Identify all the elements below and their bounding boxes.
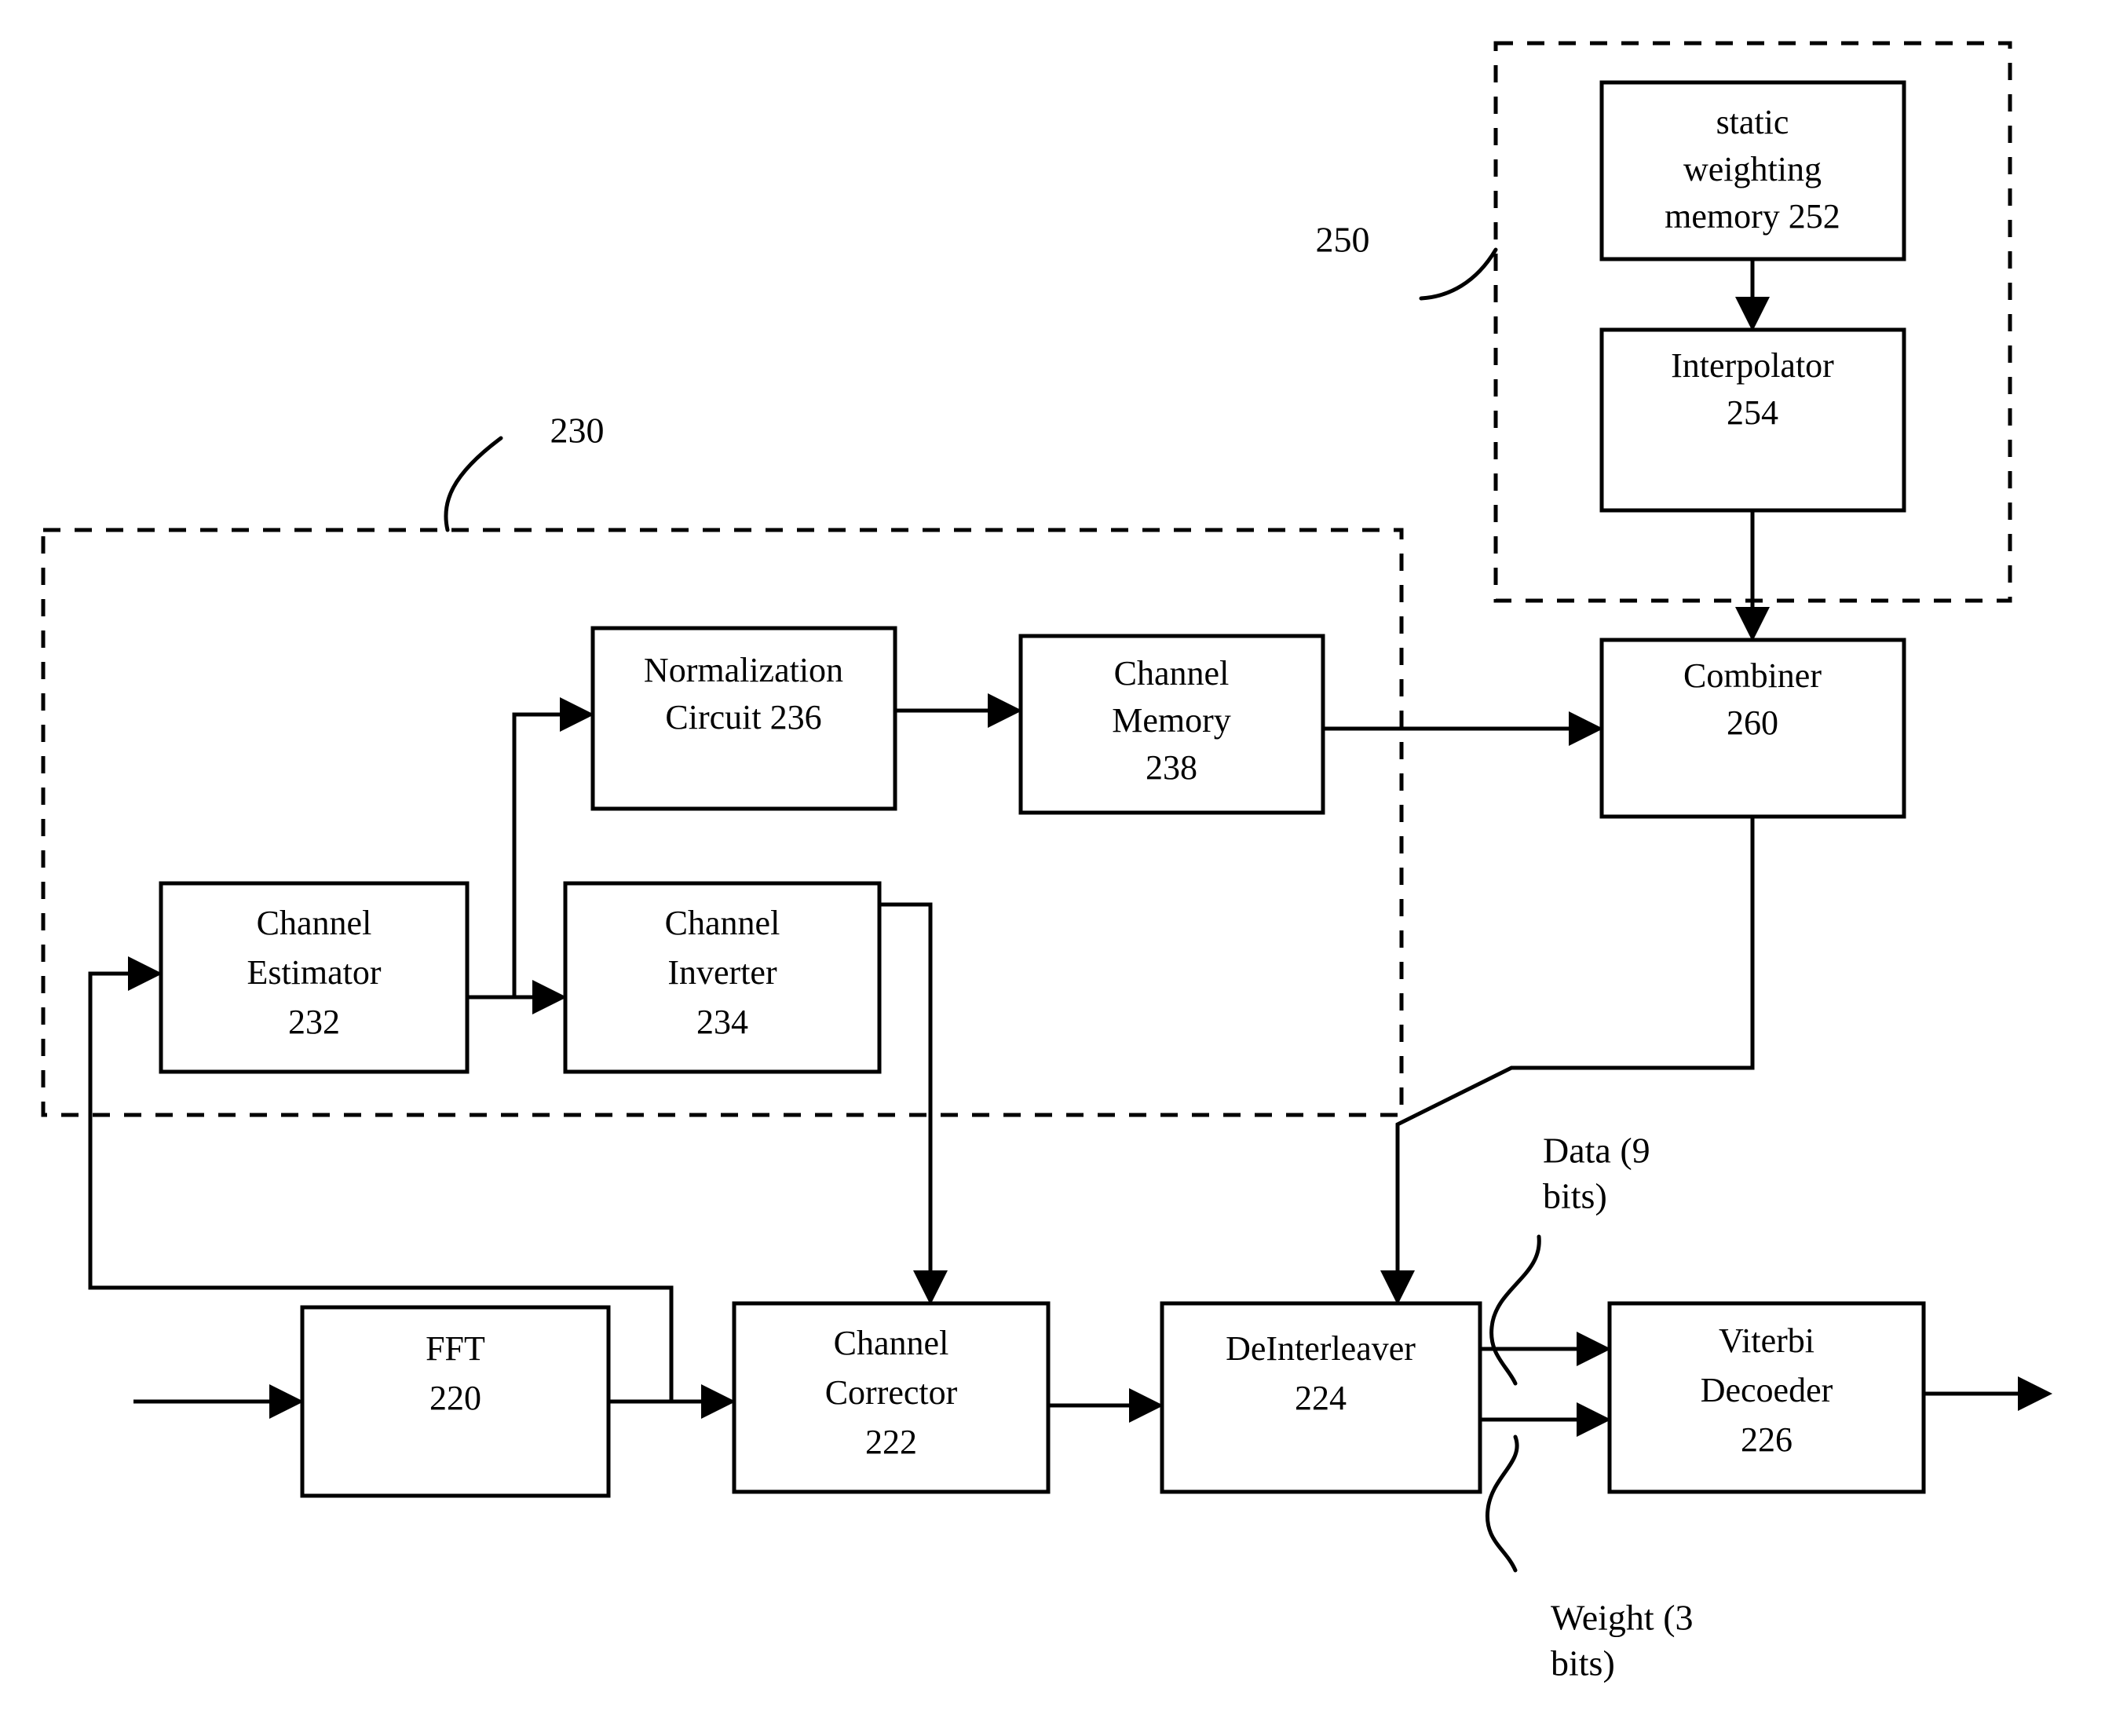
interpolator-label-line2: 254 <box>1727 393 1778 432</box>
group-250-ref-label: 250 <box>1316 220 1370 260</box>
wire-interpolator-to-combiner <box>1735 510 1770 641</box>
channel-inverter-label-line1: Channel <box>665 904 780 942</box>
arrow-head-down <box>1735 607 1770 641</box>
wire-inverter-to-corrector <box>879 902 948 1305</box>
channel-corrector-label-line1: Channel <box>834 1324 949 1362</box>
group-230-leader-line <box>444 436 503 532</box>
viterbi-decoder-label-line1: Viterbi <box>1719 1321 1814 1360</box>
wire-corrector-to-deinterleaver <box>1048 1388 1164 1423</box>
group-230-ref-label: 230 <box>550 411 605 451</box>
static-weighting-memory-label-line1: static <box>1716 103 1789 141</box>
data-label-leader-line <box>1489 1234 1541 1386</box>
weight-label-line2: bits) <box>1551 1643 1615 1683</box>
normalization-circuit-label-line2: Circuit 236 <box>665 698 821 736</box>
channel-corrector-label-line3: 222 <box>865 1423 917 1461</box>
group-250-leader-line <box>1419 247 1498 301</box>
normalization-circuit-label-line1: Normalization <box>644 651 843 689</box>
wire-estimator-to-inverter <box>467 980 567 1014</box>
wire-viterbi-output <box>1924 1376 2052 1411</box>
data-label-line1: Data (9 <box>1543 1131 1650 1171</box>
signal-label-weight: Weight (3 bits) <box>1551 1598 1694 1683</box>
channel-memory-label-line2: Memory <box>1112 701 1231 740</box>
block-channel-inverter[interactable]: Channel Inverter 234 <box>563 881 882 1074</box>
block-channel-corrector[interactable]: Channel Corrector 222 <box>732 1301 1051 1494</box>
block-channel-estimator[interactable]: Channel Estimator 232 <box>159 881 470 1074</box>
arrow-head-right <box>1577 1332 1611 1366</box>
viterbi-decoder-label-line2: Decoeder <box>1701 1371 1833 1409</box>
deinterleaver-label-line2: 224 <box>1295 1379 1347 1417</box>
arrow-head-right <box>701 1384 736 1419</box>
block-viterbi-decoder[interactable]: Viterbi Decoeder 226 <box>1607 1301 1926 1494</box>
fft-label-line2: 220 <box>429 1379 481 1417</box>
channel-memory-label-line1: Channel <box>1114 654 1230 693</box>
arrow-head-right <box>1577 1402 1611 1437</box>
block-static-weighting-memory[interactable]: static weighting memory 252 <box>1599 80 1906 261</box>
wire-normalization-to-channel-memory <box>895 693 1022 728</box>
arrow-head-right <box>1129 1388 1164 1423</box>
block-combiner[interactable]: Combiner 260 <box>1599 638 1906 819</box>
block-interpolator[interactable]: Interpolator 254 <box>1599 327 1906 513</box>
channel-estimator-label-line3: 232 <box>288 1003 340 1041</box>
wire-swm-to-interpolator <box>1735 259 1770 331</box>
combiner-label-line1: Combiner <box>1683 656 1822 695</box>
arrow-head-right <box>988 693 1022 728</box>
deinterleaver-label-line1: DeInterleaver <box>1226 1329 1416 1368</box>
arrow-head-down <box>1735 297 1770 331</box>
arrow-head-down <box>913 1270 948 1305</box>
combiner-label-line2: 260 <box>1727 704 1778 742</box>
block-fft[interactable]: FFT 220 <box>300 1305 611 1498</box>
wire-input-to-fft <box>133 1384 304 1419</box>
arrow-head-right <box>1569 711 1603 746</box>
channel-memory-label-line3: 238 <box>1146 748 1197 787</box>
arrow-head-right <box>2018 1376 2052 1411</box>
block-normalization-circuit[interactable]: Normalization Circuit 236 <box>590 626 897 811</box>
channel-inverter-label-line2: Inverter <box>667 953 777 992</box>
weight-label-line1: Weight (3 <box>1551 1598 1694 1638</box>
arrow-head-right <box>532 980 567 1014</box>
arrow-head-right <box>128 956 163 991</box>
wire-combiner-to-deinterleaver <box>1380 817 1755 1305</box>
arrow-head-down <box>1380 1270 1415 1305</box>
arrow-head-right <box>560 697 594 732</box>
channel-corrector-label-line2: Corrector <box>825 1373 958 1412</box>
block-diagram: 250 230 static weighting memory 252 Inte… <box>41 41 2052 1683</box>
block-channel-memory[interactable]: Channel Memory 238 <box>1018 634 1325 815</box>
patent-diagram-canvas: 250 230 static weighting memory 252 Inte… <box>0 0 2105 1736</box>
signal-label-data: Data (9 bits) <box>1543 1131 1650 1216</box>
channel-inverter-label-line3: 234 <box>696 1003 748 1041</box>
block-deinterleaver[interactable]: DeInterleaver 224 <box>1160 1301 1482 1494</box>
channel-estimator-label-line2: Estimator <box>247 953 381 992</box>
channel-estimator-label-line1: Channel <box>257 904 372 942</box>
wire-channel-memory-to-combiner <box>1323 711 1603 746</box>
weight-label-leader-line <box>1485 1434 1519 1573</box>
static-weighting-memory-label-line2: weighting <box>1683 150 1822 188</box>
arrow-head-right <box>269 1384 304 1419</box>
static-weighting-memory-label-line3: memory 252 <box>1665 197 1840 236</box>
fft-label-line1: FFT <box>426 1329 485 1368</box>
interpolator-label-line1: Interpolator <box>1671 346 1834 385</box>
wire-deinterleaver-weight-to-viterbi <box>1480 1402 1611 1437</box>
data-label-line2: bits) <box>1543 1176 1607 1216</box>
viterbi-decoder-label-line3: 226 <box>1741 1420 1793 1459</box>
